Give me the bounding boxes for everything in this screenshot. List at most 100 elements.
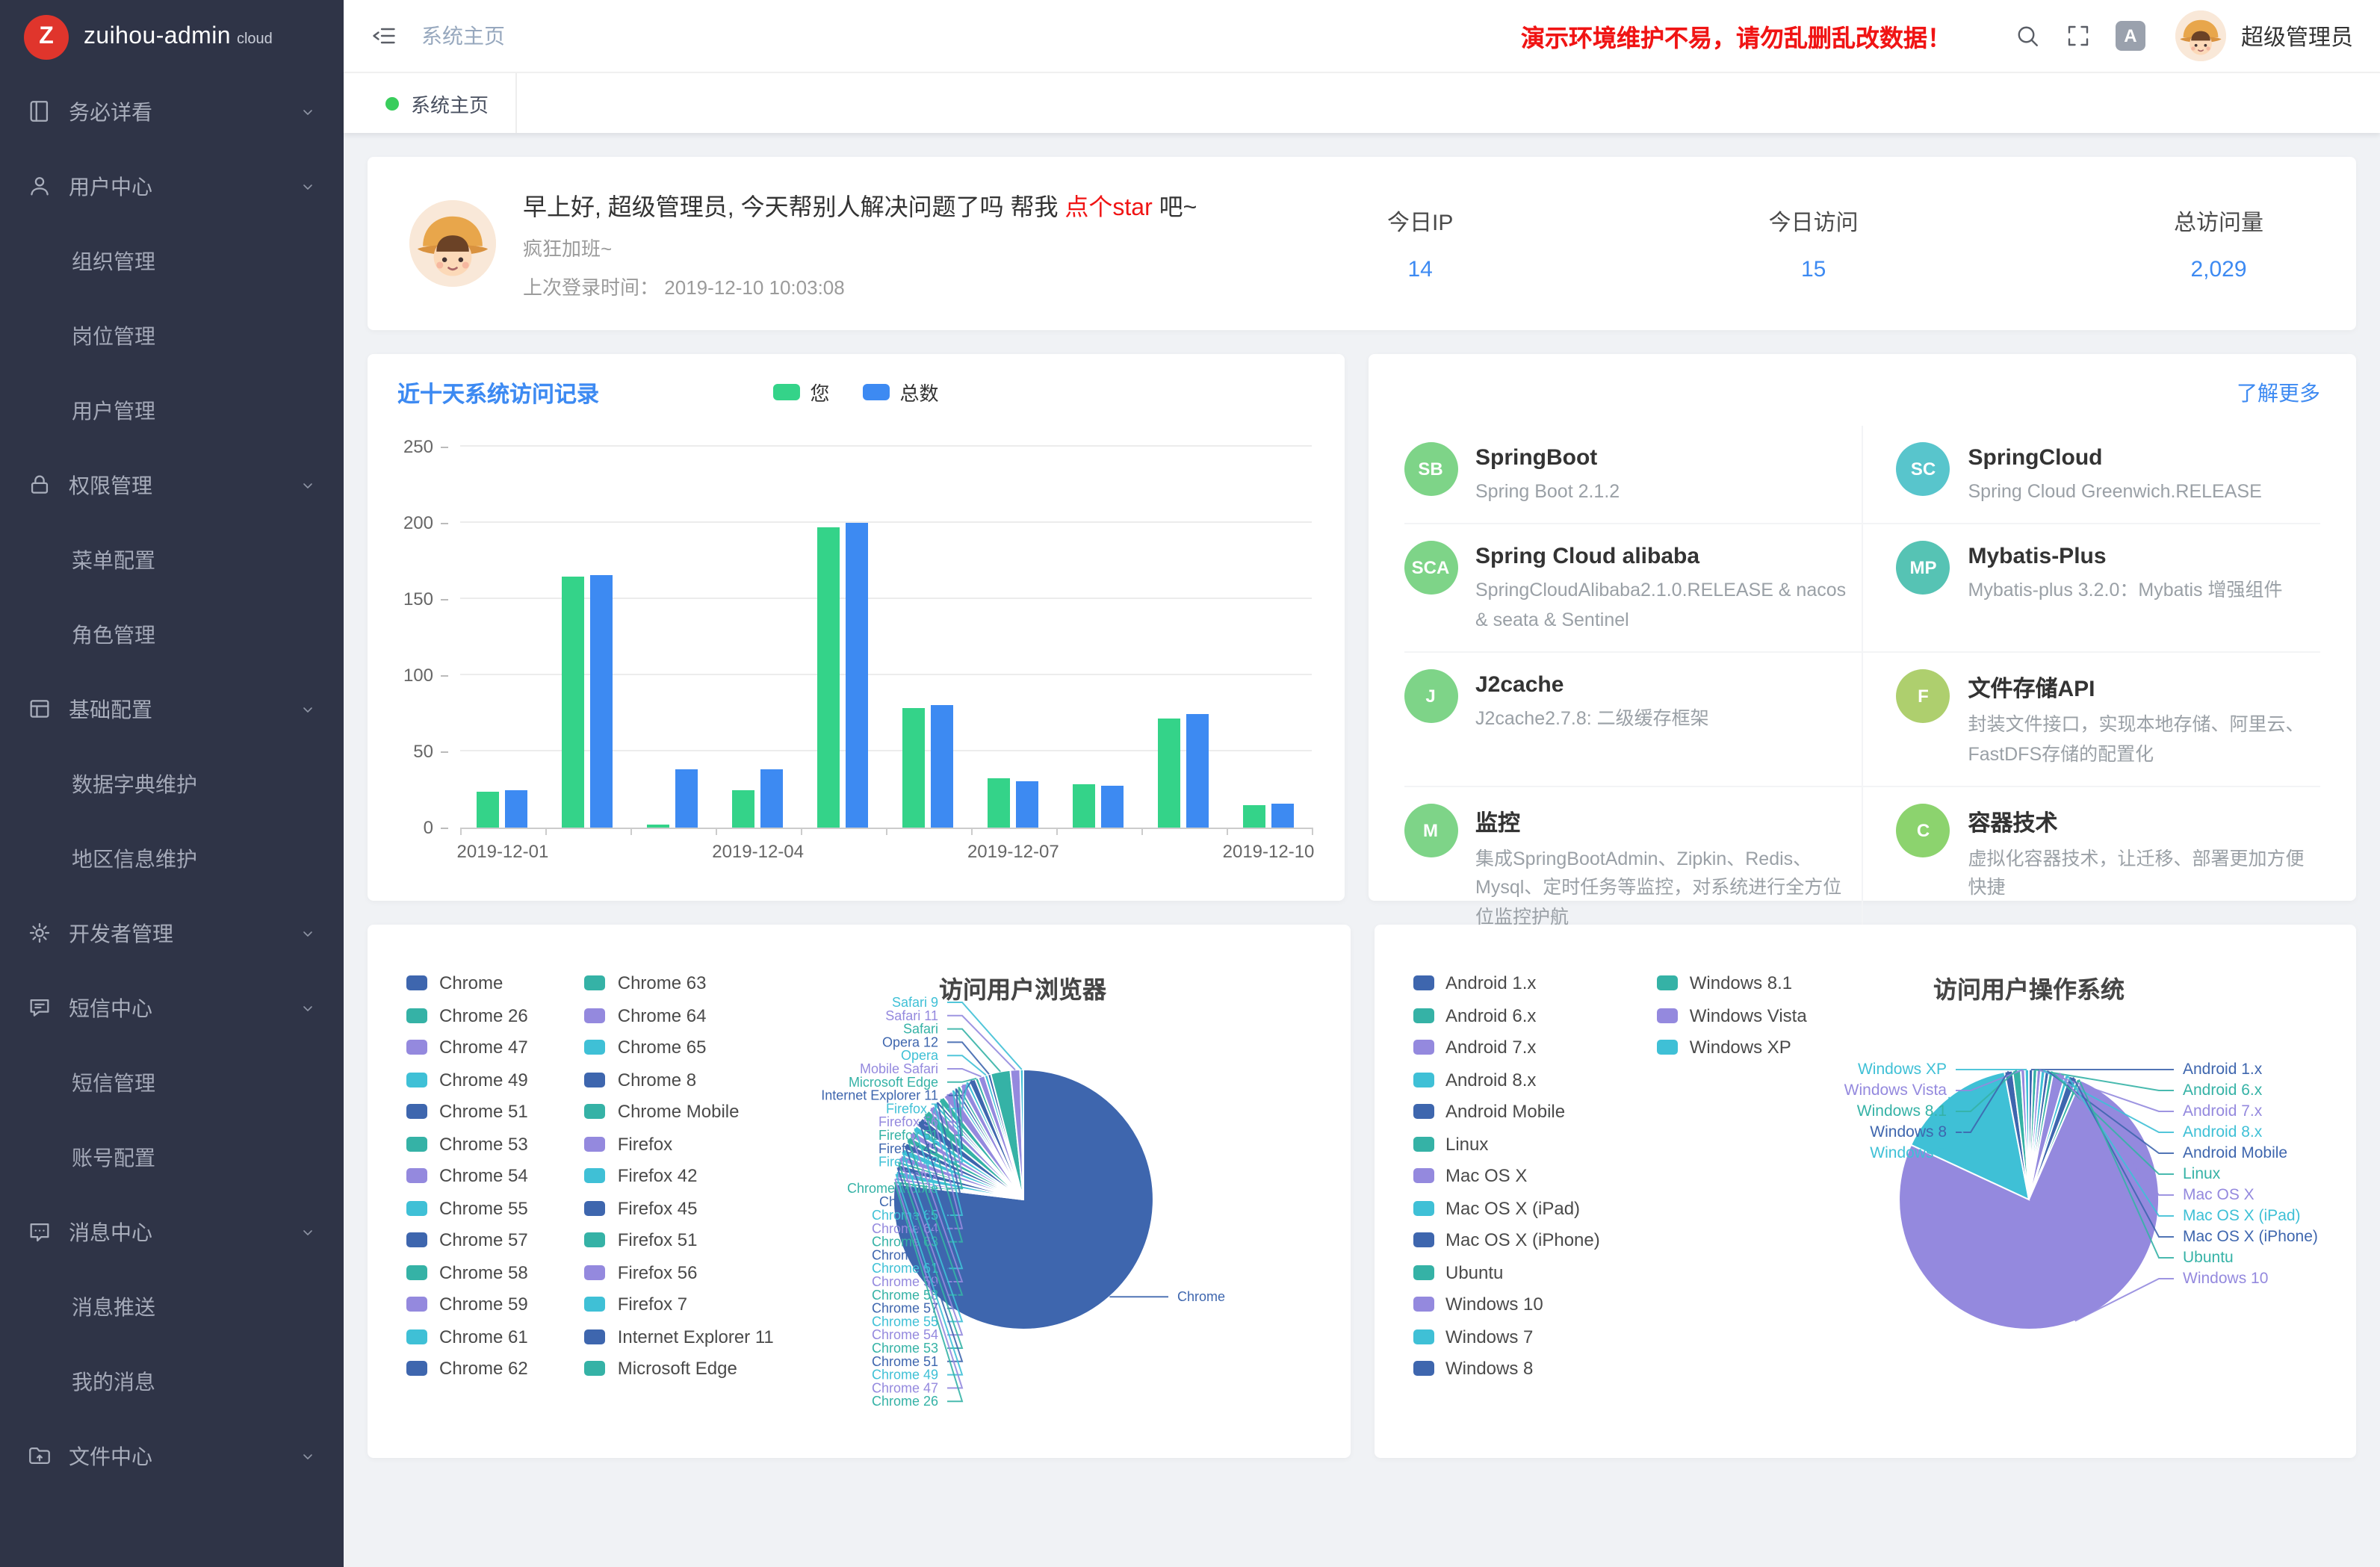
- legend-item[interactable]: Chrome: [406, 975, 528, 990]
- legend-item[interactable]: Chrome 61: [406, 1329, 528, 1344]
- sidebar-item[interactable]: 我的消息: [0, 1344, 344, 1419]
- brand-logo[interactable]: Z zuihou-admincloud: [0, 0, 344, 75]
- legend-item[interactable]: Firefox: [585, 1136, 774, 1151]
- legend-item[interactable]: Android 6.x: [1413, 1008, 1600, 1023]
- legend-item[interactable]: Firefox 51: [585, 1232, 774, 1247]
- legend-item[interactable]: Chrome 55: [406, 1200, 528, 1215]
- sidebar-item[interactable]: 岗位管理: [0, 299, 344, 373]
- sidebar-item[interactable]: 开发者管理: [0, 896, 344, 971]
- legend-item[interactable]: Chrome 26: [406, 1008, 528, 1023]
- legend-label: Chrome 47: [439, 1037, 528, 1058]
- legend-swatch: [1657, 1040, 1678, 1055]
- breadcrumb[interactable]: 系统主页: [421, 21, 505, 51]
- legend-item[interactable]: Chrome 64: [585, 1008, 774, 1023]
- sidebar-item[interactable]: 基础配置: [0, 672, 344, 747]
- sidebar-item[interactable]: 地区信息维护: [0, 822, 344, 896]
- font-size-icon[interactable]: A: [2116, 21, 2145, 51]
- sidebar-item[interactable]: 文件中心: [0, 1419, 344, 1494]
- legend-label: Android 6.x: [1445, 1005, 1536, 1025]
- legend-item[interactable]: Chrome 53: [406, 1136, 528, 1151]
- pie-label: Mac OS X (iPhone): [2183, 1228, 2318, 1245]
- legend-item[interactable]: 您: [772, 378, 829, 406]
- legend-item[interactable]: Windows 10: [1413, 1297, 1600, 1312]
- learn-more-link[interactable]: 了解更多: [2237, 378, 2320, 408]
- feature-item[interactable]: SCASpring Cloud alibabaSpringCloudAlibab…: [1404, 525, 1862, 654]
- legend-item[interactable]: Windows 7: [1413, 1329, 1600, 1344]
- legend-item[interactable]: Android 1.x: [1413, 975, 1600, 990]
- feature-text: SpringCloudSpring Cloud Greenwich.RELEAS…: [1968, 442, 2262, 507]
- sidebar-item[interactable]: 短信中心: [0, 971, 344, 1046]
- legend-item[interactable]: Chrome Mobile: [585, 1104, 774, 1119]
- legend-item[interactable]: 总数: [863, 378, 939, 406]
- legend-item[interactable]: Chrome 65: [585, 1040, 774, 1055]
- sidebar-item[interactable]: 权限管理: [0, 448, 344, 523]
- legend-item[interactable]: Windows XP: [1657, 1040, 1807, 1055]
- legend-label: Chrome 53: [439, 1133, 528, 1154]
- bar-总数: [676, 770, 698, 828]
- legend-swatch: [585, 1008, 606, 1023]
- legend-item[interactable]: Ubuntu: [1413, 1265, 1600, 1279]
- legend-item[interactable]: Chrome 49: [406, 1072, 528, 1087]
- sidebar-item[interactable]: 务必详看: [0, 75, 344, 149]
- sidebar-item[interactable]: 数据字典维护: [0, 747, 344, 822]
- search-icon[interactable]: [2014, 22, 2041, 49]
- fullscreen-icon[interactable]: [2065, 22, 2092, 49]
- sidebar-item[interactable]: 账号配置: [0, 1120, 344, 1195]
- user-menu[interactable]: 超级管理员: [2175, 10, 2353, 61]
- os-pie-card: Android 1.x Android 6.x Android 7.x Android…: [1374, 925, 2356, 1458]
- legend-item[interactable]: Firefox 56: [585, 1265, 774, 1279]
- legend-item[interactable]: Windows Vista: [1657, 1008, 1807, 1023]
- lock-icon: [27, 472, 54, 499]
- feature-desc: 虚拟化容器技术，让迁移、部署更加方便快捷: [1968, 845, 2306, 904]
- sidebar-item[interactable]: 组织管理: [0, 224, 344, 299]
- sidebar-item[interactable]: 短信管理: [0, 1046, 344, 1120]
- legend-label: Android 8.x: [1445, 1069, 1536, 1090]
- star-link[interactable]: 点个star: [1065, 196, 1152, 221]
- sidebar-item[interactable]: 用户中心: [0, 149, 344, 224]
- sidebar-item[interactable]: 消息推送: [0, 1270, 344, 1344]
- feature-item[interactable]: SBSpringBootSpring Boot 2.1.2: [1404, 426, 1862, 525]
- legend-item[interactable]: Chrome 58: [406, 1265, 528, 1279]
- legend-item[interactable]: Chrome 54: [406, 1168, 528, 1183]
- feature-badge: C: [1897, 804, 1950, 857]
- legend-item[interactable]: Android Mobile: [1413, 1104, 1600, 1119]
- tab-home[interactable]: 系统主页: [359, 73, 517, 133]
- legend-item[interactable]: Chrome 8: [585, 1072, 774, 1087]
- legend-item[interactable]: Mac OS X: [1413, 1168, 1600, 1183]
- legend-item[interactable]: Internet Explorer 11: [585, 1329, 774, 1344]
- sidebar-item[interactable]: 角色管理: [0, 598, 344, 672]
- legend-item[interactable]: Chrome 62: [406, 1361, 528, 1376]
- pie-label-line: [946, 1069, 981, 1076]
- legend-item[interactable]: Firefox 45: [585, 1200, 774, 1215]
- legend-item[interactable]: Chrome 63: [585, 975, 774, 990]
- legend-item[interactable]: Chrome 59: [406, 1297, 528, 1312]
- legend-item[interactable]: Mac OS X (iPhone): [1413, 1232, 1600, 1247]
- sidebar-item[interactable]: 用户管理: [0, 373, 344, 448]
- legend-item[interactable]: Chrome 51: [406, 1104, 528, 1119]
- legend-item[interactable]: Android 8.x: [1413, 1072, 1600, 1087]
- legend-item[interactable]: Chrome 47: [406, 1040, 528, 1055]
- legend-item[interactable]: Firefox 7: [585, 1297, 774, 1312]
- legend-item[interactable]: Firefox 42: [585, 1168, 774, 1183]
- collapse-sidebar-icon[interactable]: [371, 22, 397, 49]
- bar-group: [1056, 447, 1141, 828]
- feature-item[interactable]: MPMybatis-PlusMybatis-plus 3.2.0：Mybatis…: [1862, 525, 2321, 654]
- legend-swatch: [406, 975, 427, 990]
- legend-item[interactable]: Windows 8: [1413, 1361, 1600, 1376]
- legend-item[interactable]: Mac OS X (iPad): [1413, 1200, 1600, 1215]
- feature-item[interactable]: F文件存储API封装文件接口，实现本地存储、阿里云、FastDFS存储的配置化: [1862, 653, 2321, 787]
- legend-label: Linux: [1445, 1133, 1488, 1154]
- legend-item[interactable]: Linux: [1413, 1136, 1600, 1151]
- legend-item[interactable]: Windows 8.1: [1657, 975, 1807, 990]
- legend-swatch: [585, 1297, 606, 1312]
- feature-badge: M: [1404, 804, 1457, 857]
- legend-item[interactable]: Android 7.x: [1413, 1040, 1600, 1055]
- legend-label: 您: [810, 378, 829, 406]
- feature-item[interactable]: SCSpringCloudSpring Cloud Greenwich.RELE…: [1862, 426, 2321, 525]
- sidebar-item[interactable]: 消息中心: [0, 1195, 344, 1270]
- sidebar-item[interactable]: 菜单配置: [0, 523, 344, 598]
- sidebar-item-label: 账号配置: [72, 1143, 155, 1173]
- legend-item[interactable]: Microsoft Edge: [585, 1361, 774, 1376]
- feature-item[interactable]: JJ2cacheJ2cache2.7.8: 二级缓存框架: [1404, 653, 1862, 787]
- legend-item[interactable]: Chrome 57: [406, 1232, 528, 1247]
